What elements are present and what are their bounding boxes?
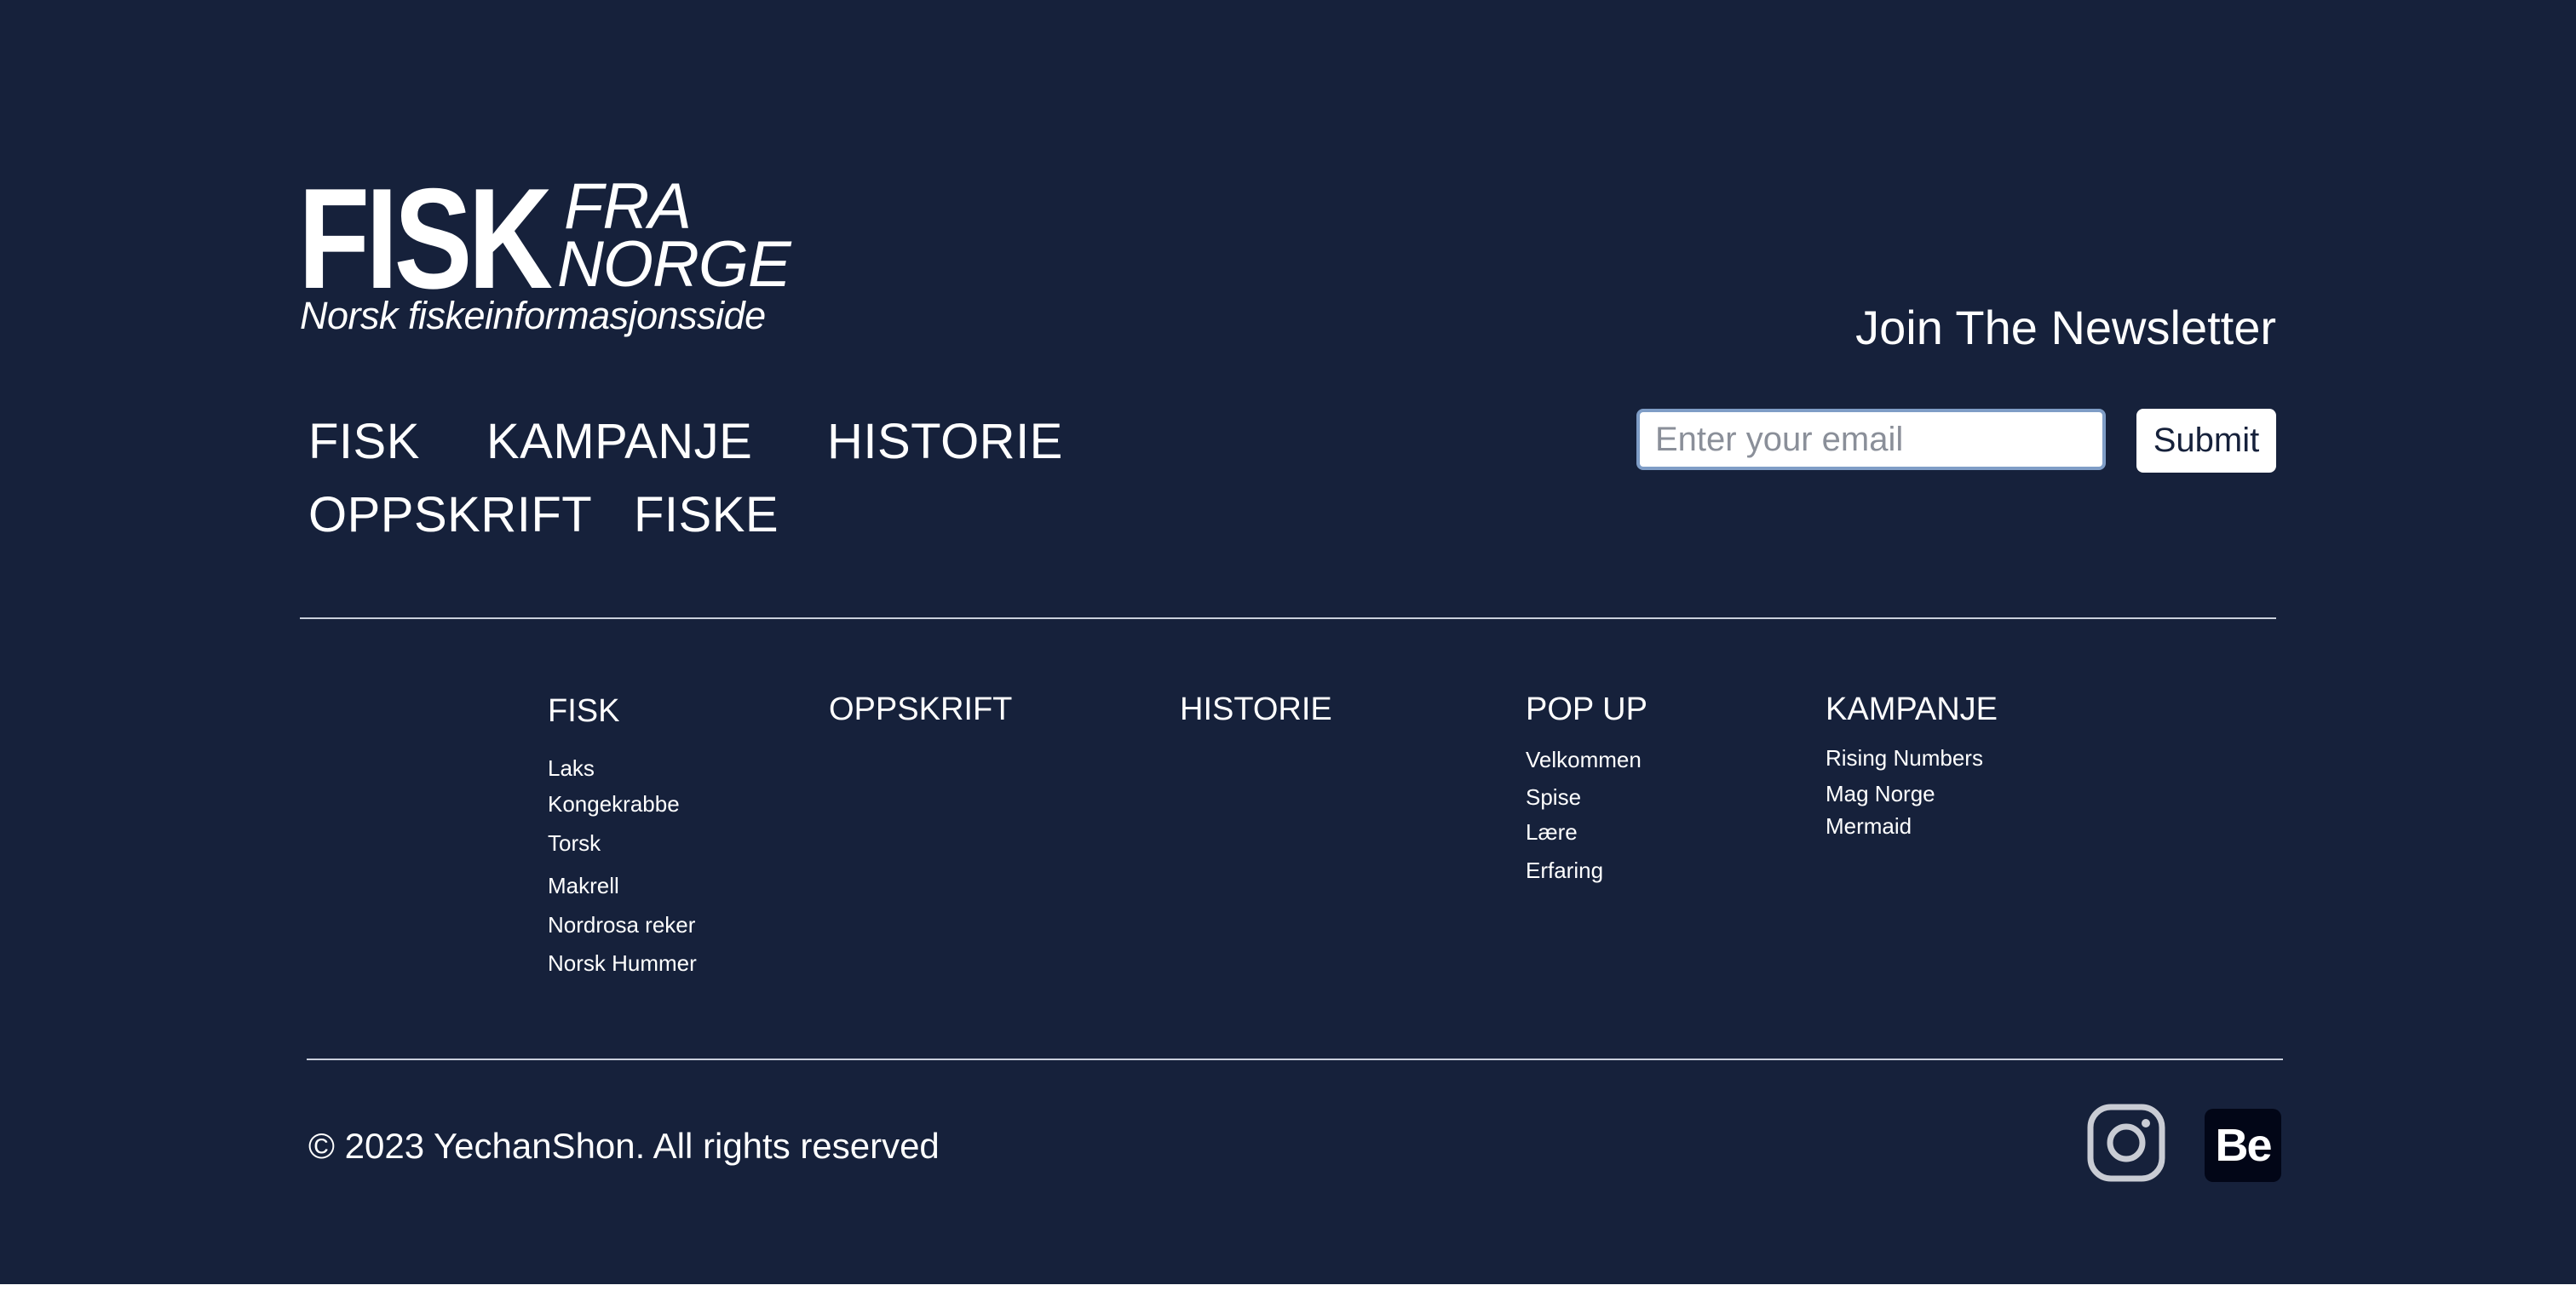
submit-button[interactable]: Submit — [2136, 409, 2276, 473]
sitemap-link-makrell[interactable]: Makrell — [548, 871, 619, 900]
sitemap-heading-popup[interactable]: POP UP — [1526, 689, 1647, 730]
sitemap-link-spise[interactable]: Spise — [1526, 783, 1581, 812]
sitemap-link-rising-numbers[interactable]: Rising Numbers — [1826, 743, 1983, 772]
sitemap-link-velkommen[interactable]: Velkommen — [1526, 745, 1642, 774]
sitemap-link-torsk[interactable]: Torsk — [548, 829, 601, 858]
instagram-icon[interactable] — [2087, 1104, 2165, 1182]
newsletter-title: Join The Newsletter — [1855, 301, 2276, 354]
email-input[interactable] — [1636, 409, 2106, 470]
sitemap-column-oppskrift: OPPSKRIFT — [829, 689, 1012, 730]
sitemap-link-erfaring[interactable]: Erfaring — [1526, 856, 1603, 885]
sitemap-column-fisk: FISK Laks Kongekrabbe Torsk Makrell Nord… — [548, 691, 697, 976]
page-bottom-edge — [0, 1284, 2576, 1291]
sitemap-heading-historie[interactable]: HISTORIE — [1180, 689, 1332, 730]
nav-link-kampanje[interactable]: KAMPANJE — [486, 412, 752, 472]
behance-icon[interactable]: Be — [2205, 1109, 2281, 1182]
sitemap-link-norsk-hummer[interactable]: Norsk Hummer — [548, 949, 697, 978]
sitemap-link-nordrosa-reker[interactable]: Nordrosa reker — [548, 910, 695, 939]
sitemap-column-historie: HISTORIE — [1180, 689, 1332, 730]
logo-tagline: Norsk fiskeinformasjonsside — [300, 294, 766, 337]
sitemap-heading-fisk[interactable]: FISK — [548, 691, 619, 732]
sitemap-column-kampanje: KAMPANJE Rising Numbers Mag Norge Mermai… — [1826, 689, 1998, 839]
divider-bottom — [307, 1059, 2283, 1060]
nav-link-oppskrift[interactable]: OPPSKRIFT — [308, 485, 592, 545]
sitemap-link-laks[interactable]: Laks — [548, 754, 595, 783]
sitemap-heading-oppskrift[interactable]: OPPSKRIFT — [829, 689, 1012, 730]
nav-link-fiske[interactable]: FISKE — [634, 485, 779, 545]
sitemap-link-laere[interactable]: Lære — [1526, 818, 1578, 846]
nav-link-fisk[interactable]: FISK — [308, 412, 420, 472]
nav-link-historie[interactable]: HISTORIE — [827, 412, 1063, 472]
site-logo[interactable]: FISK FRA NORGE Norsk fiskeinformasjonssi… — [298, 158, 792, 345]
sitemap-heading-kampanje[interactable]: KAMPANJE — [1826, 689, 1998, 730]
behance-label: Be — [2215, 1120, 2272, 1171]
sitemap-link-mag-norge[interactable]: Mag Norge — [1826, 779, 1935, 808]
copyright-text: © 2023 YechanShon. All rights reserved — [308, 1126, 940, 1166]
sitemap-link-kongekrabbe[interactable]: Kongekrabbe — [548, 789, 680, 818]
sitemap-column-popup: POP UP Velkommen Spise Lære Erfaring — [1526, 689, 1647, 883]
divider-top — [300, 617, 2276, 619]
logo-word-norge: NORGE — [557, 228, 791, 301]
sitemap-link-mermaid[interactable]: Mermaid — [1826, 812, 1912, 841]
logo-word-fisk: FISK — [298, 158, 553, 318]
